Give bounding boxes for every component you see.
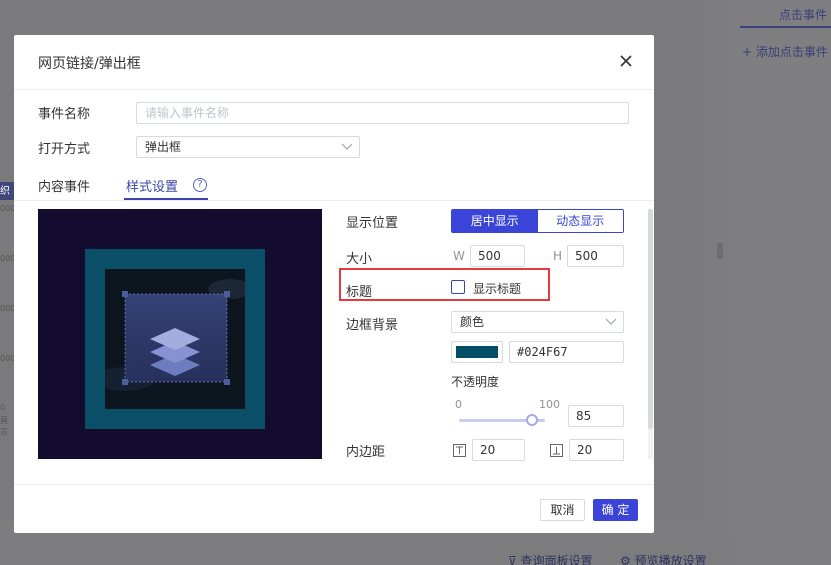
opacity-min-label: 0 xyxy=(455,398,462,411)
open-mode-select[interactable]: 弹出框 xyxy=(136,136,360,158)
gear-icon: ⚙ xyxy=(620,554,631,565)
divider xyxy=(14,89,654,90)
canvas-scroll-handle[interactable] xyxy=(717,243,723,259)
help-icon[interactable]: ? xyxy=(193,178,207,192)
layers-illustration-icon xyxy=(105,279,245,391)
show-title-checkbox[interactable] xyxy=(451,280,465,294)
border-bg-type-value: 颜色 xyxy=(460,315,485,329)
close-icon xyxy=(620,55,632,67)
axis-tick: 0 xyxy=(0,403,6,412)
padding-top-icon xyxy=(453,444,466,457)
query-panel-settings-label: 查询面板设置 xyxy=(520,554,593,565)
divider xyxy=(14,484,654,485)
chevron-down-icon xyxy=(341,143,353,150)
color-swatch xyxy=(456,346,498,358)
padding-bottom-icon xyxy=(550,444,563,457)
opacity-input[interactable]: 85 xyxy=(568,405,624,427)
title-label: 标题 xyxy=(346,285,373,300)
padding-label: 内边距 xyxy=(346,445,386,460)
padding-bottom-input[interactable]: 20 xyxy=(569,439,624,461)
ok-button[interactable]: 确 定 xyxy=(593,499,638,521)
settings-scrollbar-thumb[interactable] xyxy=(648,209,653,429)
padding-top-input[interactable]: 20 xyxy=(472,439,525,461)
dynamic-display-option[interactable]: 动态显示 xyxy=(537,210,623,232)
add-click-event-link[interactable]: + 添加点击事件 xyxy=(742,43,828,60)
opacity-slider-thumb[interactable] xyxy=(526,414,539,426)
opacity-label: 不透明度 xyxy=(451,375,500,389)
axis-tick: 000 xyxy=(0,354,14,363)
axis-tick: 000 xyxy=(0,204,14,213)
color-hex-input[interactable]: #024F67 xyxy=(509,341,624,363)
right-panel xyxy=(735,0,831,565)
opacity-max-label: 100 xyxy=(539,398,560,411)
query-panel-settings-link[interactable]: ⊽ 查询面板设置 xyxy=(508,552,593,565)
style-preview xyxy=(38,209,322,459)
event-name-input[interactable] xyxy=(136,102,629,124)
chevron-down-icon xyxy=(605,318,617,325)
close-button[interactable] xyxy=(618,53,634,69)
preview-play-settings-label: 预览播放设置 xyxy=(634,554,707,565)
tab-content-event[interactable]: 内容事件 xyxy=(38,176,90,195)
height-label: H xyxy=(553,249,563,263)
open-mode-value: 弹出框 xyxy=(145,140,182,154)
axis-tick: 莫言 xyxy=(0,416,8,436)
size-label: 大小 xyxy=(346,252,373,267)
tab-click-event[interactable]: 点击事件 xyxy=(740,6,831,28)
display-position-toggle: 居中显示 动态显示 xyxy=(451,209,624,233)
web-link-popup-dialog: 网页链接/弹出框 事件名称 打开方式 弹出框 内容事件 样式设置 ? xyxy=(14,35,654,533)
axis-tick: 000 xyxy=(0,254,14,263)
tab-style-settings[interactable]: 样式设置 xyxy=(126,176,178,195)
show-title-label[interactable]: 显示标题 xyxy=(473,280,521,297)
left-tab-fragment[interactable]: 织图 xyxy=(0,182,14,200)
border-bg-type-select[interactable]: 颜色 xyxy=(451,311,624,333)
divider xyxy=(14,200,654,201)
color-picker-button[interactable] xyxy=(451,341,503,363)
preview-border-frame xyxy=(85,249,265,429)
width-input[interactable]: 500 xyxy=(470,245,525,267)
width-label: W xyxy=(453,249,465,263)
dialog-title: 网页链接/弹出框 xyxy=(38,56,141,72)
preview-content xyxy=(105,269,245,409)
open-mode-label: 打开方式 xyxy=(38,142,91,157)
filter-icon: ⊽ xyxy=(508,554,517,565)
axis-tick: 000 xyxy=(0,304,14,313)
cancel-button[interactable]: 取消 xyxy=(540,499,585,521)
height-input[interactable]: 500 xyxy=(567,245,624,267)
border-bg-label: 边框背景 xyxy=(346,318,399,333)
preview-play-settings-link[interactable]: ⚙ 预览播放设置 xyxy=(620,552,707,565)
center-display-option[interactable]: 居中显示 xyxy=(452,210,538,232)
display-position-label: 显示位置 xyxy=(346,216,399,231)
event-name-label: 事件名称 xyxy=(38,107,91,122)
